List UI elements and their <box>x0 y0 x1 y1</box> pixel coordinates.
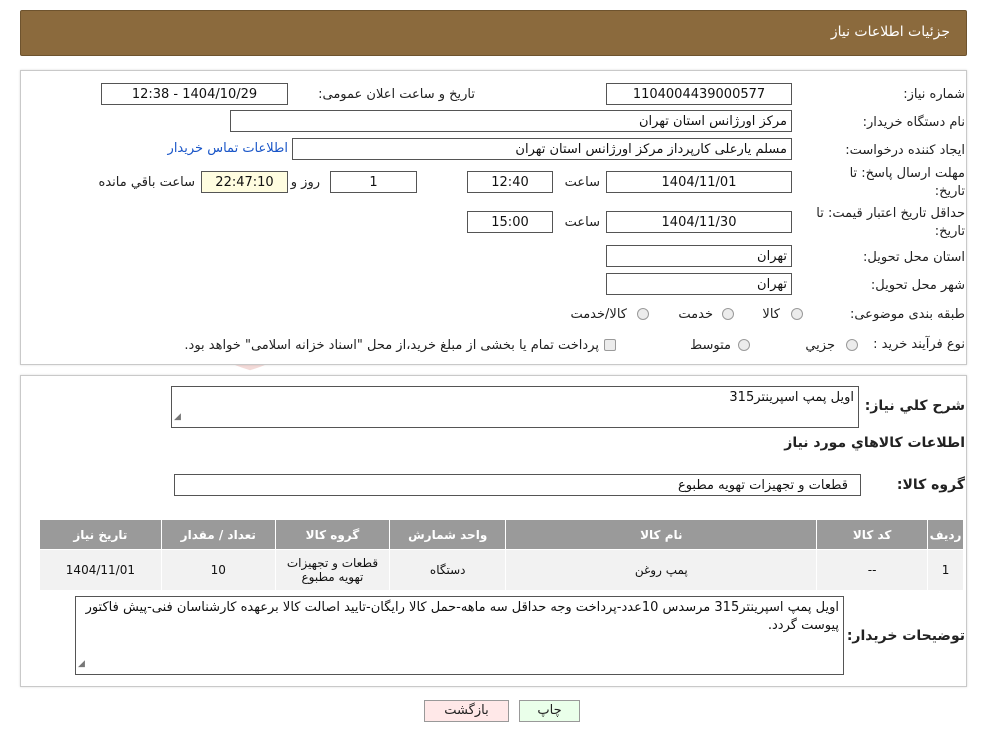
goods-table: رديف کد کالا نام کالا واحد شمارش گروه کا… <box>39 519 964 591</box>
process-minor-label: جزيي <box>805 338 835 353</box>
city-label: شهر محل تحویل: <box>870 278 965 293</box>
cell-date: 1404/11/01 <box>39 549 162 591</box>
deadline-label-2: تاریخ: <box>934 184 965 199</box>
category-label: طبقه بندی موضوعی: <box>849 307 965 322</box>
remaining-time-field: 22:47:10 <box>201 171 288 193</box>
buyer-notes-label: توضیحات خریدار: <box>846 628 965 644</box>
city-field: تهران <box>606 273 792 295</box>
col-unit: واحد شمارش <box>389 519 507 550</box>
resize-grip-icon[interactable]: ◢ <box>174 408 181 426</box>
buyer-org-field: مرکز اورژانس استان تهران <box>230 110 792 132</box>
description-label: شرح کلي نياز: <box>864 398 965 414</box>
process-label: نوع فرآیند خرید : <box>873 337 965 352</box>
col-group: گروه کالا <box>274 519 391 550</box>
buyer-org-label: نام دستگاه خریدار: <box>862 115 965 130</box>
category-both-label: کالا/خدمت <box>570 307 627 322</box>
announce-date-field: 1404/10/29 - 12:38 <box>101 83 288 105</box>
validity-label: حداقل تاریخ اعتبار قیمت: تا <box>816 206 965 221</box>
cell-unit: دستگاه <box>389 549 507 591</box>
category-both-radio[interactable] <box>637 308 649 320</box>
need-number-field: 1104004439000577 <box>606 83 792 105</box>
process-treasury-checkbox[interactable] <box>604 339 616 351</box>
deadline-time-label: ساعت <box>564 175 600 190</box>
validity-date-field: 1404/11/30 <box>606 211 792 233</box>
announce-date-label: تاریخ و ساعت اعلان عمومی: <box>318 87 475 102</box>
deadline-time-field: 12:40 <box>467 171 553 193</box>
goods-info-title: اطلاعات کالاهاي مورد نياز <box>784 435 965 451</box>
goods-group-label: گروه کالا: <box>896 477 965 493</box>
validity-label-2: تاریخ: <box>934 224 965 239</box>
category-goods-label: کالا <box>762 307 780 322</box>
goods-group-field: قطعات و تجهیزات تهویه مطبوع <box>174 474 861 496</box>
cell-row: 1 <box>927 549 964 591</box>
description-field: اویل پمپ اسپرینتر315 ◢ <box>171 386 859 428</box>
remaining-days-field: 1 <box>330 171 417 193</box>
province-label: استان محل تحویل: <box>863 250 965 265</box>
category-service-radio[interactable] <box>722 308 734 320</box>
process-minor-radio[interactable] <box>846 339 858 351</box>
validity-time-field: 15:00 <box>467 211 553 233</box>
page-header: جزئیات اطلاعات نیاز <box>20 10 967 56</box>
process-medium-radio[interactable] <box>738 339 750 351</box>
page-title: جزئیات اطلاعات نیاز <box>830 24 950 40</box>
deadline-label: مهلت ارسال پاسخ: تا <box>849 166 965 181</box>
buyer-contact-link[interactable]: اطلاعات تماس خریدار <box>168 141 288 156</box>
days-label: روز و <box>290 175 320 190</box>
category-goods-radio[interactable] <box>791 308 803 320</box>
category-service-label: خدمت <box>678 307 713 322</box>
print-button[interactable]: چاپ <box>519 700 580 722</box>
validity-time-label: ساعت <box>564 215 600 230</box>
back-button[interactable]: بازگشت <box>424 700 509 722</box>
resize-grip-icon-2[interactable]: ◢ <box>78 655 85 673</box>
process-note: پرداخت تمام يا بخشی از مبلغ خريد،از محل … <box>184 338 599 353</box>
table-row: 1 -- پمپ روغن دستگاه قطعات و تجهیزات تهو… <box>39 549 964 591</box>
cell-group: قطعات و تجهیزات تهویه مطبوع <box>274 549 391 591</box>
col-code: کد کالا <box>816 519 929 550</box>
need-number-label: شماره نیاز: <box>903 87 965 102</box>
col-date: تاريخ نياز <box>39 519 162 550</box>
description-text: اویل پمپ اسپرینتر315 <box>729 390 854 405</box>
creator-label: ایجاد کننده درخواست: <box>845 143 965 158</box>
col-row: رديف <box>927 519 964 550</box>
cell-code: -- <box>816 549 929 591</box>
col-qty: تعداد / مقدار <box>160 519 276 550</box>
province-field: تهران <box>606 245 792 267</box>
goods-table-header: رديف کد کالا نام کالا واحد شمارش گروه کا… <box>39 519 964 550</box>
deadline-date-field: 1404/11/01 <box>606 171 792 193</box>
buyer-notes-text: اویل پمپ اسپرینتر315 مرسدس 10عدد-پرداخت … <box>85 600 839 633</box>
remaining-time-label: ساعت باقي مانده <box>98 175 195 190</box>
col-name: نام کالا <box>505 519 818 550</box>
process-medium-label: متوسط <box>690 338 731 353</box>
creator-field: مسلم یارعلی کارپرداز مرکز اورژانس استان … <box>292 138 792 160</box>
cell-name: پمپ روغن <box>505 549 818 591</box>
cell-qty: 10 <box>160 549 276 591</box>
buyer-notes-field: اویل پمپ اسپرینتر315 مرسدس 10عدد-پرداخت … <box>75 596 844 675</box>
